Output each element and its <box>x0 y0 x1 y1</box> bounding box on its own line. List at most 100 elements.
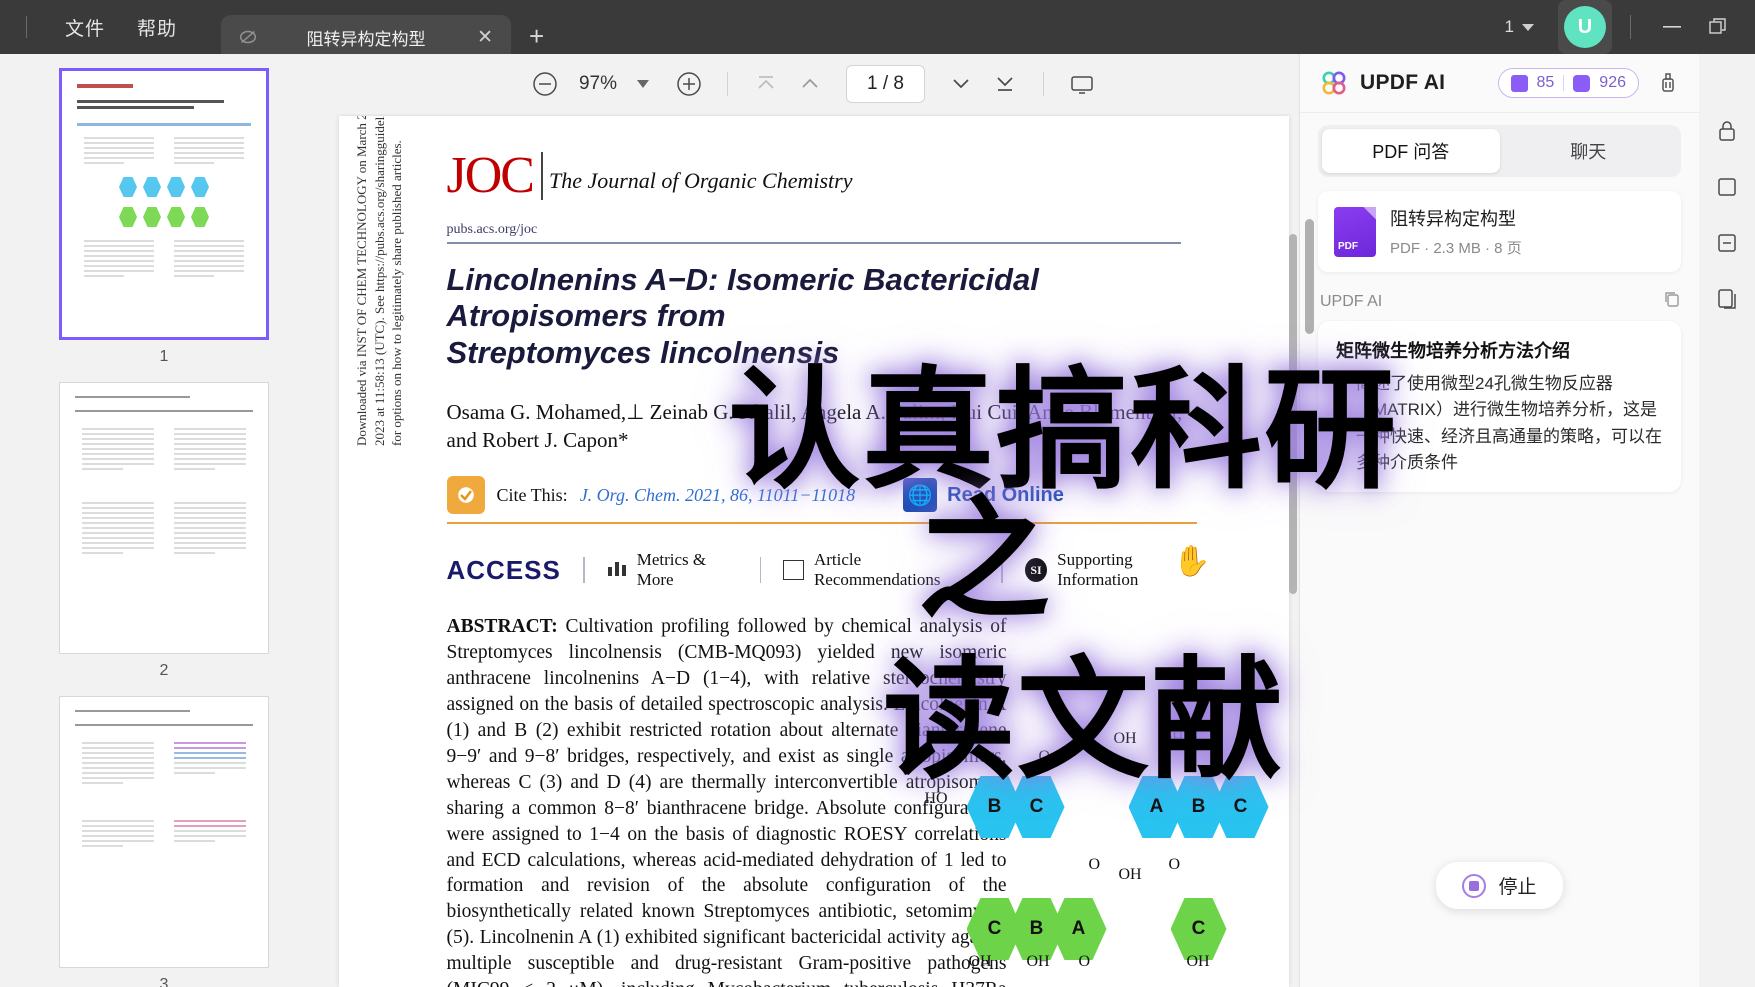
next-page-button[interactable] <box>941 64 981 104</box>
thumbnail-page-1[interactable] <box>59 68 269 340</box>
access-separator <box>582 557 585 584</box>
zoom-dropdown-icon[interactable] <box>637 80 650 88</box>
close-tab-icon[interactable]: ✕ <box>473 26 497 49</box>
new-tab-button[interactable]: + <box>529 21 544 52</box>
thumbnail-item[interactable]: 2 <box>0 382 328 680</box>
page-number-input[interactable]: 1 / 8 <box>846 65 925 103</box>
maximize-button[interactable] <box>1695 0 1741 54</box>
credits-badge[interactable]: 85 926 <box>1497 68 1639 98</box>
minimize-button[interactable] <box>1649 0 1695 54</box>
thumbnail-page-3[interactable] <box>59 696 269 968</box>
chem-label-OH-3: OH <box>1118 866 1142 883</box>
globe-icon: 🌐 <box>903 478 938 513</box>
viewer-scrollbar[interactable] <box>1289 234 1297 594</box>
avatar-container[interactable]: U <box>1558 0 1612 54</box>
pdf-file-icon <box>1334 206 1376 257</box>
stop-button-container: 停止 <box>1300 862 1699 909</box>
stop-button-label: 停止 <box>1498 877 1537 898</box>
tab-pdf-qa[interactable]: PDF 问答 <box>1322 129 1500 173</box>
logo-flower-icon <box>1322 71 1346 95</box>
avatar: U <box>1564 6 1606 48</box>
access-label[interactable]: ACCESS <box>447 555 561 586</box>
chevron-up-icon <box>802 78 818 88</box>
stop-generation-button[interactable]: 停止 <box>1436 862 1563 909</box>
chat-credits-icon <box>1573 74 1591 92</box>
brush-icon <box>1662 73 1674 92</box>
metrics-icon <box>607 559 627 582</box>
previous-page-button[interactable] <box>790 64 830 104</box>
thumbnail-sidebar[interactable]: 1 2 3 <box>0 54 328 987</box>
journal-logo: JOC <box>447 150 543 201</box>
cite-label: Cite This: <box>496 484 568 505</box>
clear-chat-button[interactable] <box>1651 66 1685 100</box>
panel-scrollbar[interactable] <box>1305 219 1314 334</box>
minimize-icon <box>1663 26 1681 28</box>
page-tools-icon[interactable] <box>1712 284 1742 314</box>
cite-reference-link[interactable]: J. Org. Chem. 2021, 86, 11011−11018 <box>580 485 855 506</box>
first-page-button[interactable] <box>746 64 786 104</box>
zoom-in-button[interactable] <box>669 64 709 104</box>
first-page-icon <box>758 76 774 89</box>
annotation-icon[interactable] <box>1712 172 1742 202</box>
menu-file[interactable]: 文件 <box>49 8 121 47</box>
chevron-down-icon <box>953 79 969 89</box>
supporting-info-icon: SI <box>1024 558 1048 583</box>
window-count-selector[interactable]: 1 <box>1495 17 1544 37</box>
document-tab[interactable]: 阻转异构定构型 ✕ <box>221 15 512 59</box>
journal-name: The Journal of Organic Chemistry <box>548 167 853 193</box>
article-authors: Osama G. Mohamed,⊥ Zeinab G. Khalil, Ang… <box>385 398 1243 455</box>
chem-label-O-2: O <box>1238 730 1251 747</box>
bar-chart-icon <box>607 561 626 576</box>
publisher-url[interactable]: pubs.acs.org/joc <box>385 222 1243 238</box>
metrics-link[interactable]: Metrics & More <box>607 550 738 590</box>
chem-label-OH-2: OH <box>1160 730 1184 747</box>
tab-chat[interactable]: 聊天 <box>1500 129 1678 173</box>
abstract-text: Cultivation profiling followed by chemic… <box>446 616 1007 987</box>
presentation-mode-button[interactable] <box>1062 64 1102 104</box>
access-separator <box>759 557 762 584</box>
abstract-block: ABSTRACT: Cultivation profiling followed… <box>447 614 1007 987</box>
ai-panel-header: UPDF AI 85 926 <box>1300 54 1699 112</box>
article-title: Lincolnenins A−D: Isomeric Bactericidal … <box>385 262 1243 372</box>
thumbnail-item[interactable]: 1 <box>0 68 328 366</box>
menu-help[interactable]: 帮助 <box>121 8 193 47</box>
document-credits-icon <box>1510 74 1528 92</box>
ai-response-heading: 矩阵微生物培养分析方法介绍 <box>1336 341 1570 361</box>
zoom-out-icon <box>533 72 557 96</box>
attached-file-card[interactable]: 阻转异构定构型 PDF · 2.3 MB · 8 页 <box>1318 191 1681 272</box>
chem-label-OH-6: OH <box>1186 953 1210 970</box>
hex-A-green-1: A <box>1050 898 1107 960</box>
ai-tab-group: PDF 问答 聊天 <box>1318 125 1681 177</box>
thumbnail-page-2[interactable] <box>59 382 269 654</box>
right-toolbar-rail <box>1699 54 1755 987</box>
page-scroll-area[interactable]: Downloaded via INST OF CHEM TECHNOLOGY o… <box>328 114 1299 987</box>
ai-response-bubble: 矩阵微生物培养分析方法介绍 简述了使用微型24孔微生物反应器（MATRIX）进行… <box>1318 321 1681 493</box>
hex-C-green-2: C <box>1170 898 1227 960</box>
ai-response-sender: UPDF AI <box>1320 290 1681 313</box>
zoom-level-value[interactable]: 97% <box>569 73 627 95</box>
zoom-out-button[interactable] <box>525 64 565 104</box>
chem-label-OH-4: OH <box>968 953 992 970</box>
updf-logo-icon <box>1320 69 1348 97</box>
toolbar-separator <box>727 72 729 96</box>
window-controls: 1 U <box>1495 0 1755 54</box>
last-page-button[interactable] <box>985 64 1025 104</box>
stop-icon <box>1462 873 1487 898</box>
document-tab-title: 阻转异构定构型 <box>306 29 426 49</box>
title-bar: 文件 帮助 阻转异构定构型 ✕ + 1 U <box>0 0 1755 59</box>
authors-line2: and Robert J. Capon* <box>446 427 629 452</box>
titlebar-divider <box>26 16 27 38</box>
lock-icon[interactable] <box>1712 116 1742 146</box>
article-title-line1: Lincolnenins A−D: Isomeric Bactericidal … <box>446 261 1039 334</box>
chem-label-OH-1: OH <box>1113 730 1137 747</box>
edit-icon[interactable] <box>1712 228 1742 258</box>
read-online-link[interactable]: 🌐 Read Online <box>903 478 1064 513</box>
pdf-page: Downloaded via INST OF CHEM TECHNOLOGY o… <box>338 116 1289 987</box>
ai-response-list: 简述了使用微型24孔微生物反应器（MATRIX）进行微生物培养分析，这是一种快速… <box>1356 371 1663 476</box>
thumbnail-item[interactable]: 3 <box>0 696 328 987</box>
copy-icon[interactable] <box>1663 290 1681 313</box>
viewer-toolbar: 97% 1 / 8 <box>328 54 1299 114</box>
ai-panel-title: UPDF AI <box>1360 71 1446 94</box>
recommendations-link[interactable]: Article Recommendations <box>783 550 979 590</box>
article-icon <box>783 560 804 581</box>
